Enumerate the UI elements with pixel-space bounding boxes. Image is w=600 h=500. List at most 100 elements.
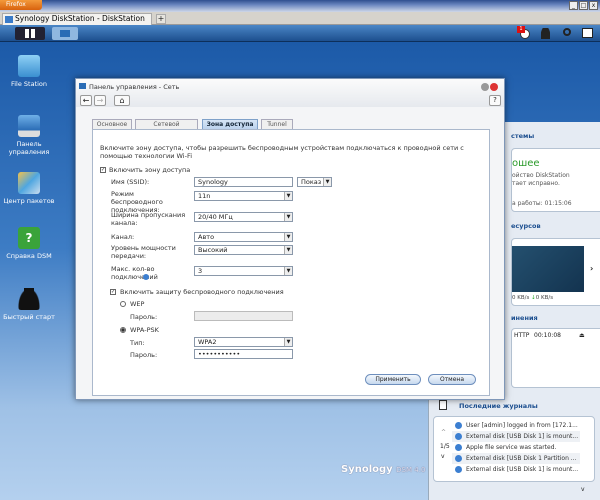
chevron-down-icon: ▼ <box>284 338 292 346</box>
collapse-chevron-icon[interactable]: v <box>581 486 585 493</box>
info-icon[interactable] <box>143 274 149 280</box>
minimize-button[interactable]: _ <box>569 1 578 10</box>
maximize-button[interactable]: □ <box>579 1 588 10</box>
description: Включите зону доступа, чтобы разрешить б… <box>100 144 464 160</box>
log-document-icon <box>439 400 447 410</box>
enable-hotspot-label: Включить зону доступа <box>109 166 191 174</box>
control-panel-icon <box>18 115 40 137</box>
help-button[interactable]: ? <box>489 95 501 106</box>
chevron-down-icon: ▼ <box>284 233 292 241</box>
wpa-type-select[interactable]: WPA2 ▼ <box>194 337 293 347</box>
desktop-icon-quick-start[interactable]: Быстрый старт <box>2 288 56 321</box>
health-line: ойство DiskStation <box>512 172 570 179</box>
home-button[interactable]: ⌂ <box>114 95 130 106</box>
resource-monitor-title: есурсов <box>511 222 541 230</box>
close-button[interactable]: x <box>589 1 598 10</box>
main-menu-button[interactable] <box>15 27 45 40</box>
resource-graph <box>512 246 584 292</box>
enable-hotspot-checkbox[interactable]: ✓ <box>100 167 106 173</box>
ssid-input[interactable]: Synology <box>194 177 293 187</box>
channel-select[interactable]: Авто ▼ <box>194 232 293 242</box>
icon-label: File Station <box>10 80 48 88</box>
channel-width-select[interactable]: 20/40 МГц ▼ <box>194 212 293 222</box>
info-icon <box>455 466 462 473</box>
desktop-icon-dsm-help[interactable]: ? Справка DSM <box>2 227 56 260</box>
power-label: Уровень мощности передачи: <box>111 244 176 260</box>
window-app-icon <box>79 83 86 89</box>
chevron-down-icon: ▼ <box>284 192 292 200</box>
favicon-icon <box>5 16 13 23</box>
log-entry: External disk [USB Disk 1] is mount... <box>452 464 580 475</box>
browser-tabbar: Synology DiskStation - DiskStation + <box>0 12 600 25</box>
uptime: а работы: 01:15:06 <box>512 200 572 207</box>
forward-button[interactable]: → <box>94 95 106 106</box>
log-entry: External disk [USB Disk 1 Partition ... <box>452 453 580 464</box>
max-connections-select[interactable]: 3 ▼ <box>194 266 293 276</box>
folder-search-icon <box>18 55 40 77</box>
tab-title: Synology DiskStation - DiskStation <box>15 14 145 23</box>
browser-tab[interactable]: Synology DiskStation - DiskStation <box>2 13 152 25</box>
upload-speed: 0 KB/s <box>512 295 530 301</box>
search-icon[interactable] <box>563 28 571 36</box>
info-icon <box>455 422 462 429</box>
connection-protocol: HTTP <box>514 332 530 339</box>
magic-hat-icon <box>18 288 40 310</box>
health-line: тает исправно. <box>512 180 560 187</box>
widgets-icon[interactable] <box>582 28 593 38</box>
enable-security-checkbox[interactable]: ✓ <box>110 289 116 295</box>
new-tab-button[interactable]: + <box>156 14 166 24</box>
apply-button[interactable]: Применить <box>365 374 421 385</box>
wep-password-input[interactable] <box>194 311 293 321</box>
control-panel-task-button[interactable] <box>52 27 78 40</box>
max-connections-label: Макс. кол-во подключений <box>111 265 158 281</box>
channel-label: Канал: <box>111 233 135 241</box>
monitor-icon <box>60 30 70 37</box>
help-book-icon: ? <box>18 227 40 249</box>
control-panel-window: Панель управления - Сеть ← → ⌂ ? Основно… <box>75 78 505 400</box>
minimize-window-button[interactable] <box>481 83 489 91</box>
log-entry: External disk [USB Disk 1] is mount... <box>452 431 580 442</box>
info-icon <box>455 444 462 451</box>
kick-user-icon[interactable]: ⏏ <box>579 332 585 339</box>
wpa-password-input[interactable]: ••••••••••• <box>194 349 293 359</box>
browser-titlebar: Firefox _ □ x <box>0 0 600 12</box>
info-icon <box>455 455 462 462</box>
user-icon[interactable] <box>541 28 550 39</box>
system-health-title: стемы <box>511 132 535 140</box>
icon-label: Справка DSM <box>6 252 52 260</box>
log-entry: User [admin] logged in from [172.1... <box>452 420 580 431</box>
wep-label: WEP <box>130 300 145 308</box>
firefox-menu-button[interactable]: Firefox <box>0 0 42 10</box>
wpa-psk-label: WPA-PSK <box>130 326 159 334</box>
desktop-icon-control-panel[interactable]: Панель управления <box>2 115 56 156</box>
connections-title: инения <box>511 314 538 322</box>
ssid-broadcast-select[interactable]: Показ ▼ <box>297 177 332 187</box>
chevron-down-icon: ▼ <box>284 267 292 275</box>
grid-icon <box>25 29 35 38</box>
icon-label: Центр пакетов <box>3 197 55 205</box>
recent-logs-title: Последние журналы <box>459 402 538 410</box>
wpa-psk-radio[interactable] <box>120 327 126 333</box>
ssid-label: Имя (SSID): <box>111 178 150 186</box>
cancel-button[interactable]: Отмена <box>428 374 476 385</box>
back-button[interactable]: ← <box>80 95 92 106</box>
notification-badge: 1 <box>517 26 525 33</box>
synology-logo: Synology DSM 4.0 <box>341 464 426 475</box>
icon-label: Панель управления <box>8 140 50 156</box>
download-speed: 0 KB/s <box>535 295 554 301</box>
enable-security-label: Включить защиту беспроводного подключени… <box>120 288 284 296</box>
power-select[interactable]: Высокий ▼ <box>194 245 293 255</box>
hotspot-panel: Включите зону доступа, чтобы разрешить б… <box>92 129 490 396</box>
close-window-button[interactable] <box>490 83 498 91</box>
wep-radio[interactable] <box>120 301 126 307</box>
info-icon <box>455 433 462 440</box>
next-chevron-icon[interactable]: › <box>590 264 593 273</box>
mode-select[interactable]: 11n ▼ <box>194 191 293 201</box>
log-entry: Apple file service was started. <box>452 442 580 453</box>
chevron-down-icon: ▼ <box>284 246 292 254</box>
type-label: Тип: <box>130 339 145 347</box>
package-icon <box>18 172 40 194</box>
desktop-icon-package-center[interactable]: Центр пакетов <box>2 172 56 205</box>
desktop-icon-file-station[interactable]: File Station <box>2 55 56 88</box>
connection-time: 00:10:08 <box>534 332 561 339</box>
